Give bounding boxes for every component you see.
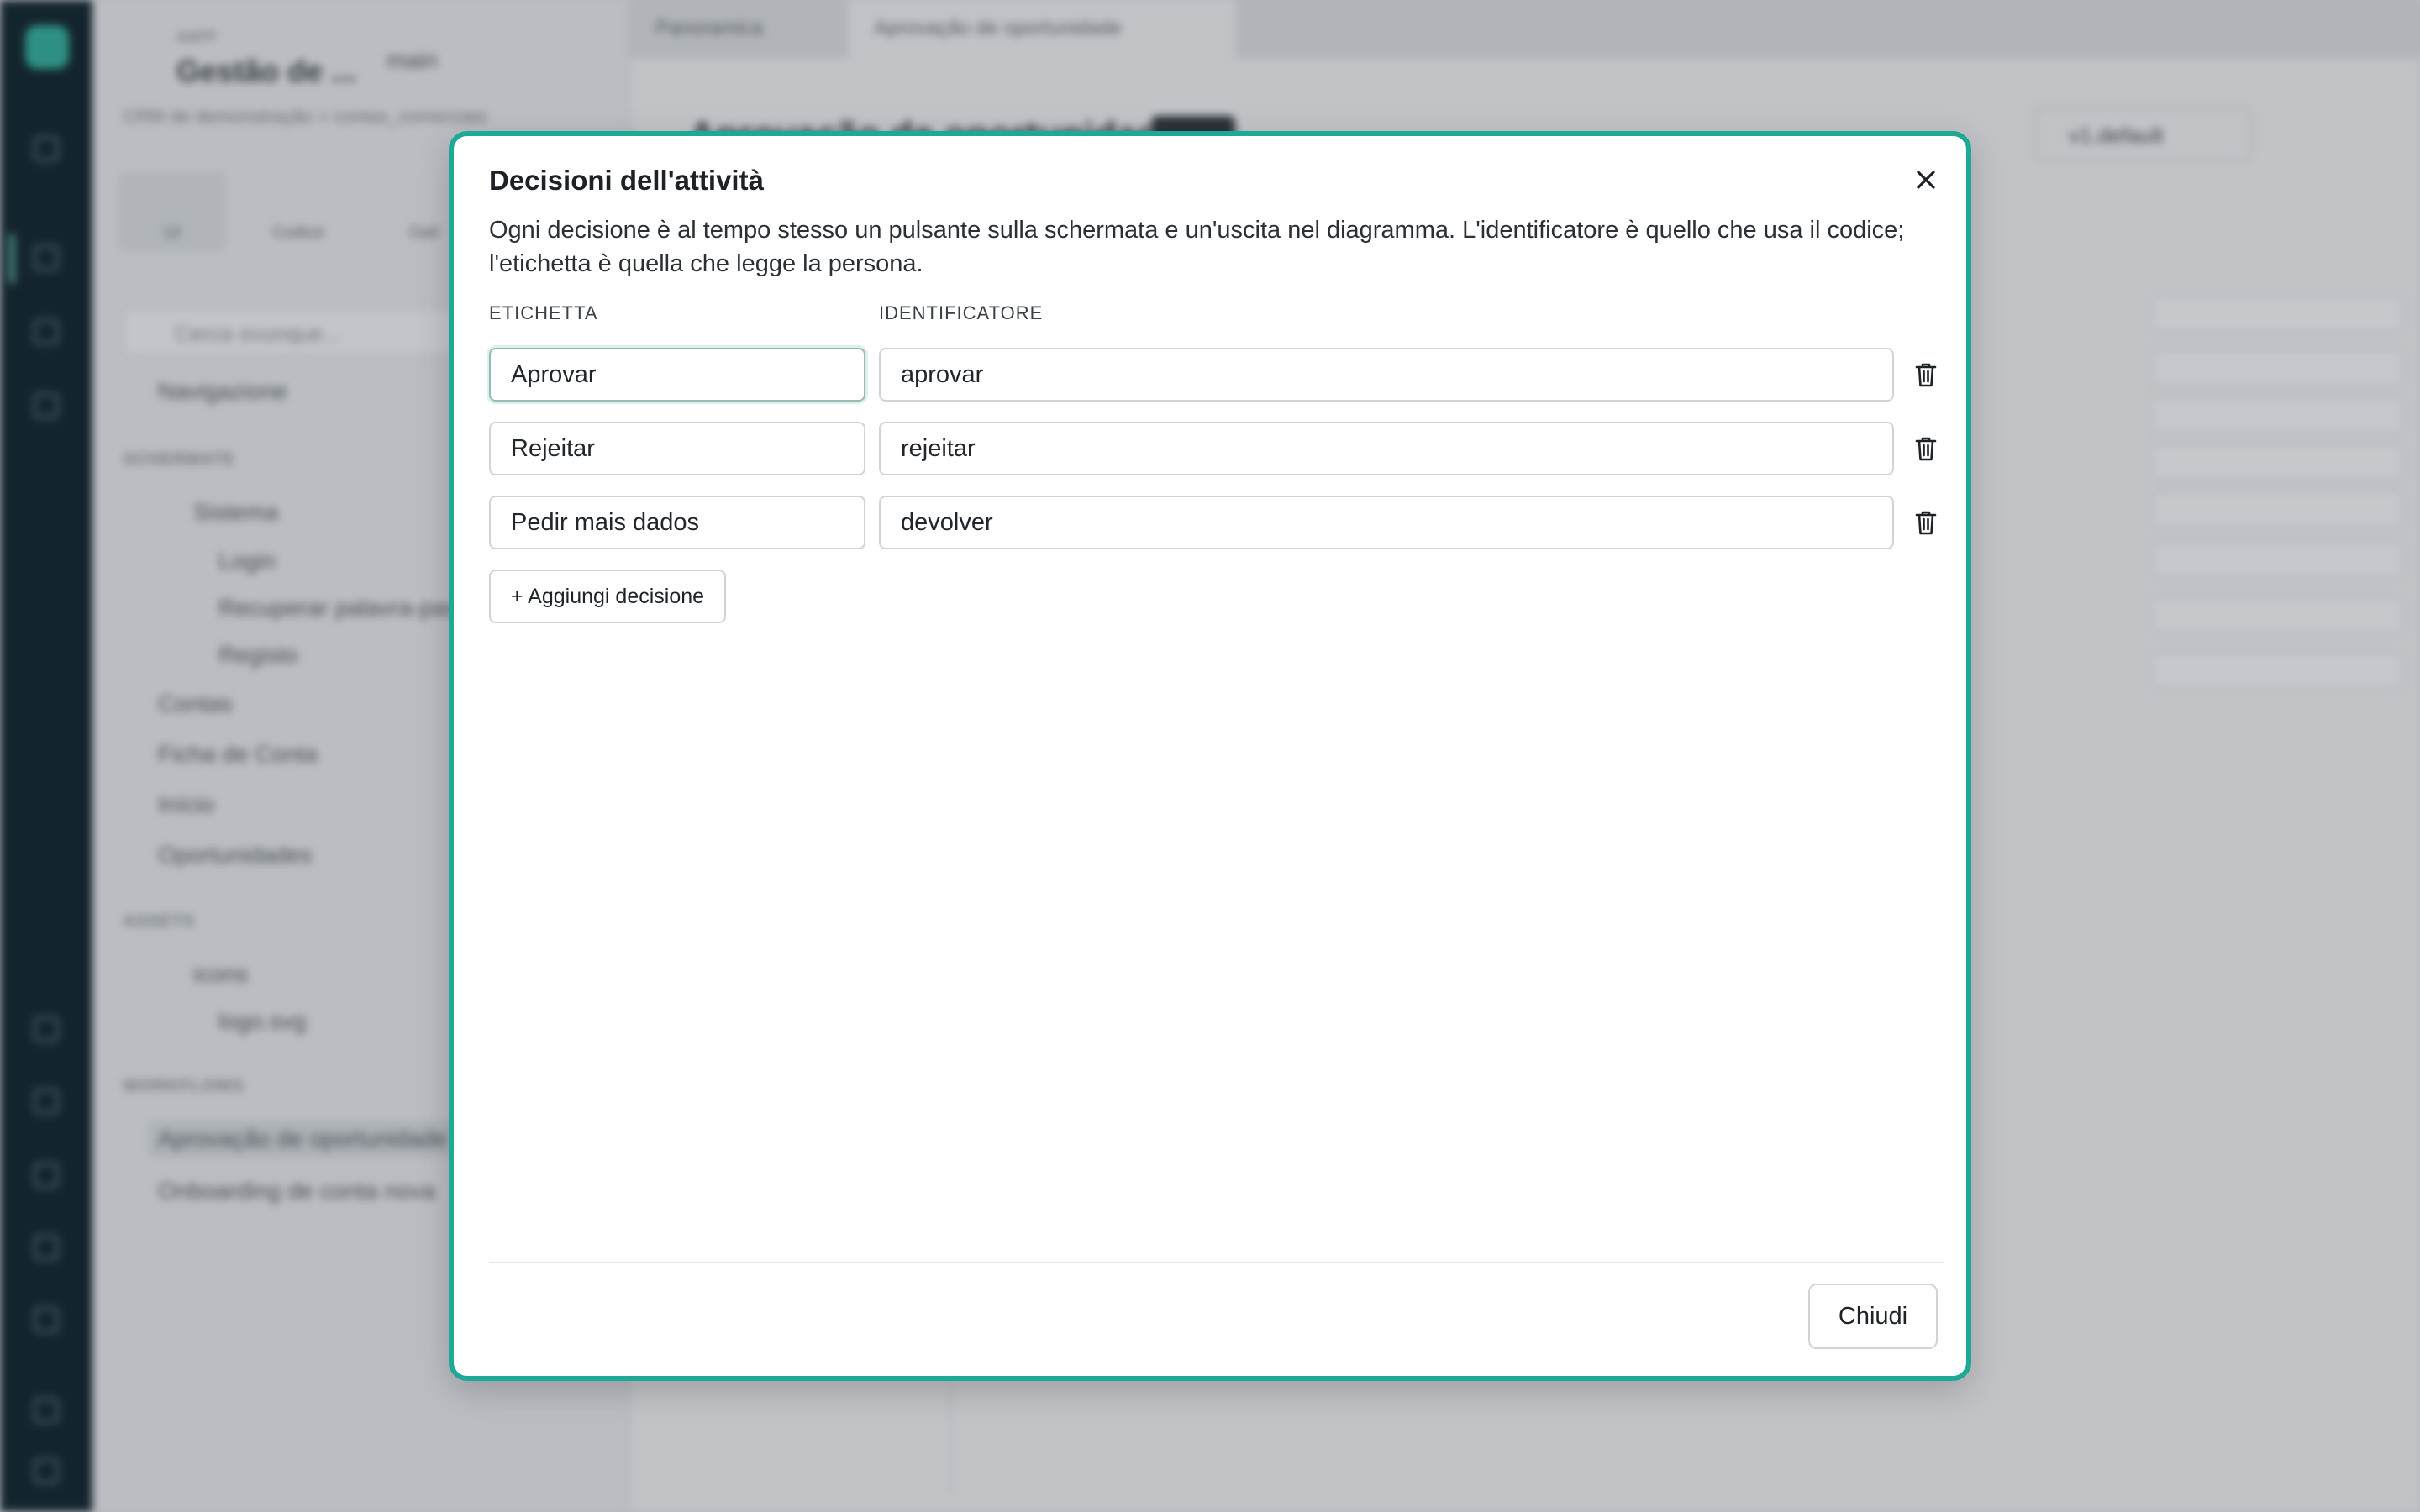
decision-identifier-input[interactable] bbox=[879, 348, 1894, 402]
decision-row bbox=[489, 422, 1951, 475]
column-header-identifier: IDENTIFICATORE bbox=[879, 302, 1044, 323]
decision-label-input[interactable] bbox=[489, 422, 865, 475]
column-header-label: ETICHETTA bbox=[489, 302, 598, 323]
activity-decisions-dialog: Decisioni dell'attività Ogni decisione è… bbox=[449, 131, 1971, 1381]
trash-icon bbox=[1915, 437, 1937, 461]
decision-identifier-input[interactable] bbox=[879, 496, 1894, 549]
decision-row bbox=[489, 496, 1951, 549]
close-button[interactable] bbox=[1907, 161, 1944, 198]
delete-decision-button[interactable] bbox=[1909, 432, 1943, 465]
add-decision-button[interactable]: + Aggiungi decisione bbox=[489, 570, 727, 623]
footer-divider bbox=[489, 1262, 1944, 1263]
trash-icon bbox=[1915, 363, 1937, 387]
dialog-title: Decisioni dell'attività bbox=[489, 165, 764, 196]
close-icon bbox=[1917, 171, 1935, 189]
delete-decision-button[interactable] bbox=[1909, 358, 1943, 391]
dialog-description: Ogni decisione è al tempo stesso un puls… bbox=[489, 217, 1905, 277]
decision-label-input[interactable] bbox=[489, 348, 865, 402]
decision-label-input[interactable] bbox=[489, 496, 865, 549]
close-dialog-button[interactable]: Chiudi bbox=[1808, 1284, 1938, 1349]
trash-icon bbox=[1915, 511, 1937, 535]
decision-row bbox=[489, 348, 1951, 402]
delete-decision-button[interactable] bbox=[1909, 506, 1943, 539]
decision-identifier-input[interactable] bbox=[879, 422, 1894, 475]
